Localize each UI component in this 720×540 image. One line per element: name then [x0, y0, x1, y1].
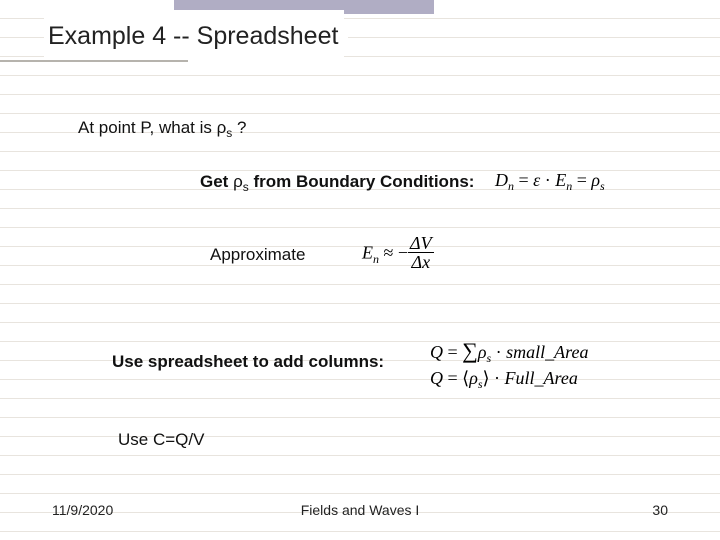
eq-En: n	[566, 179, 572, 193]
eq-minus: −	[398, 243, 408, 263]
eq-fraction: ΔVΔx	[408, 234, 434, 271]
eq-equals: =	[572, 170, 591, 190]
eq-rho: ρ	[469, 368, 478, 388]
capacitance-line: Use C=Q/V	[118, 430, 204, 450]
bc-post: from Boundary Conditions:	[249, 172, 475, 191]
eq-equals: =	[443, 342, 462, 362]
eq-sum: ∑	[462, 338, 478, 363]
eq-rhos: s	[600, 179, 605, 193]
approx-text: Approximate	[210, 245, 305, 264]
eq-underscore: _	[535, 368, 544, 388]
eq-Q: Q	[430, 368, 443, 388]
eq-rhos: s	[478, 377, 483, 391]
q-pre: At point P, what is	[78, 118, 217, 137]
rho-symbol: ρ	[217, 118, 227, 137]
eq-dot: ·	[540, 170, 555, 190]
eq-E: E	[362, 243, 373, 263]
eq-En: n	[373, 252, 379, 266]
rho-sub: s	[226, 126, 232, 140]
eq-area: Area	[554, 342, 588, 362]
eq-small: small	[506, 342, 545, 362]
eq-dV: ΔV	[408, 234, 434, 253]
eq-full: Full	[505, 368, 535, 388]
rho-sub: s	[243, 180, 249, 194]
question-line: At point P, what is ρs ?	[78, 118, 246, 138]
spreadsheet-line: Use spreadsheet to add columns:	[112, 352, 384, 372]
footer-course: Fields and Waves I	[0, 502, 720, 518]
bc-pre: Get	[200, 172, 233, 191]
approximate-line: Approximate	[210, 245, 305, 265]
eq-Dn: n	[508, 179, 514, 193]
eq-q-sum: Q = ∑ρs · small_Area	[430, 338, 589, 364]
eq-Q: Q	[430, 342, 443, 362]
eq-approx-sign: ≈	[379, 243, 398, 263]
eq-dot: ·	[490, 368, 505, 388]
eq-equals: =	[514, 170, 533, 190]
eq-D: D	[495, 170, 508, 190]
eq-dx: Δx	[408, 253, 434, 271]
eq-rho: ρ	[591, 170, 600, 190]
eq-q-avg: Q = ⟨ρs⟩ · Full_Area	[430, 368, 578, 389]
rho-symbol: ρ	[233, 172, 243, 191]
eq-area: Area	[544, 368, 578, 388]
eq-underscore: _	[545, 342, 554, 362]
eq-approx: En ≈ −ΔVΔx	[362, 236, 434, 273]
eq-E: E	[555, 170, 566, 190]
cqv-text: Use C=Q/V	[118, 430, 204, 449]
eq-equals: =	[443, 368, 462, 388]
title-text: Example 4 -- Spreadsheet	[48, 22, 338, 50]
eq-rangle: ⟩	[483, 368, 490, 388]
eq-dot: ·	[491, 342, 506, 362]
footer-page: 30	[652, 502, 668, 518]
eq-boundary: Dn = ε · En = ρs	[495, 170, 605, 191]
slide-title: Example 4 -- Spreadsheet	[48, 22, 348, 51]
spread-text: Use spreadsheet to add columns:	[112, 352, 384, 371]
q-post: ?	[232, 118, 246, 137]
eq-rhos: s	[486, 351, 491, 365]
boundary-cond-line: Get ρs from Boundary Conditions:	[200, 172, 474, 192]
